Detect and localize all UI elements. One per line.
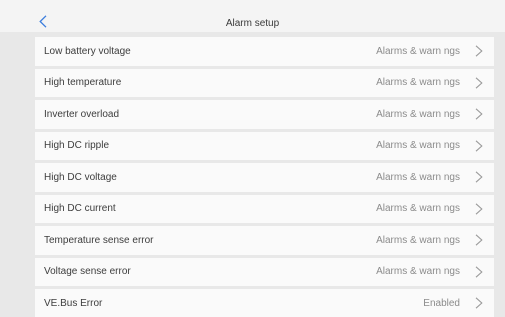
- setting-row-high-dc-current[interactable]: High DC current Alarms & warn ngs: [35, 194, 494, 223]
- chevron-right-icon: [474, 77, 483, 89]
- setting-label: VE.Bus Error: [44, 297, 103, 309]
- alarm-setup-screen: Alarm setup Low battery voltage Alarms &…: [0, 0, 505, 317]
- setting-value: Alarms & warn ngs: [376, 140, 460, 152]
- setting-label: High DC current: [44, 203, 116, 215]
- setting-value: Alarms & warn ngs: [376, 45, 460, 57]
- chevron-right-icon: [474, 140, 483, 152]
- setting-value: Alarms & warn ngs: [376, 108, 460, 120]
- setting-row-voltage-sense-error[interactable]: Voltage sense error Alarms & warn ngs: [35, 257, 494, 286]
- setting-label: Inverter overload: [44, 108, 120, 120]
- setting-label: High DC ripple: [44, 140, 110, 152]
- setting-label: Voltage sense error: [44, 266, 131, 278]
- chevron-right-icon: [474, 108, 483, 120]
- setting-label: Low battery voltage: [44, 45, 131, 57]
- setting-value: Alarms & warn ngs: [376, 266, 460, 278]
- setting-value: Alarms & warn ngs: [376, 77, 460, 89]
- setting-value: Alarms & warn ngs: [376, 234, 460, 246]
- header-bar: Alarm setup: [0, 0, 505, 32]
- setting-row-high-temperature[interactable]: High temperature Alarms & warn ngs: [35, 68, 494, 97]
- setting-label: High temperature: [44, 77, 122, 89]
- chevron-right-icon: [474, 266, 483, 278]
- page-title: Alarm setup: [225, 18, 280, 29]
- setting-row-high-dc-voltage[interactable]: High DC voltage Alarms & warn ngs: [35, 163, 494, 192]
- setting-label: Temperature sense error: [44, 234, 154, 246]
- chevron-right-icon: [474, 234, 483, 246]
- setting-row-high-dc-ripple[interactable]: High DC ripple Alarms & warn ngs: [35, 131, 494, 160]
- setting-value: Enabled: [423, 297, 460, 309]
- setting-row-vebus-error[interactable]: VE.Bus Error Enabled: [35, 289, 494, 317]
- chevron-right-icon: [474, 171, 483, 183]
- setting-row-low-battery-voltage[interactable]: Low battery voltage Alarms & warn ngs: [35, 37, 494, 66]
- chevron-right-icon: [474, 203, 483, 215]
- settings-list: Low battery voltage Alarms & warn ngs Hi…: [35, 37, 494, 317]
- setting-row-temperature-sense-error[interactable]: Temperature sense error Alarms & warn ng…: [35, 226, 494, 255]
- chevron-right-icon: [474, 45, 483, 57]
- setting-value: Alarms & warn ngs: [376, 203, 460, 215]
- setting-label: High DC voltage: [44, 171, 117, 183]
- setting-value: Alarms & warn ngs: [376, 171, 460, 183]
- chevron-right-icon: [474, 297, 483, 309]
- setting-row-inverter-overload[interactable]: Inverter overload Alarms & warn ngs: [35, 100, 494, 129]
